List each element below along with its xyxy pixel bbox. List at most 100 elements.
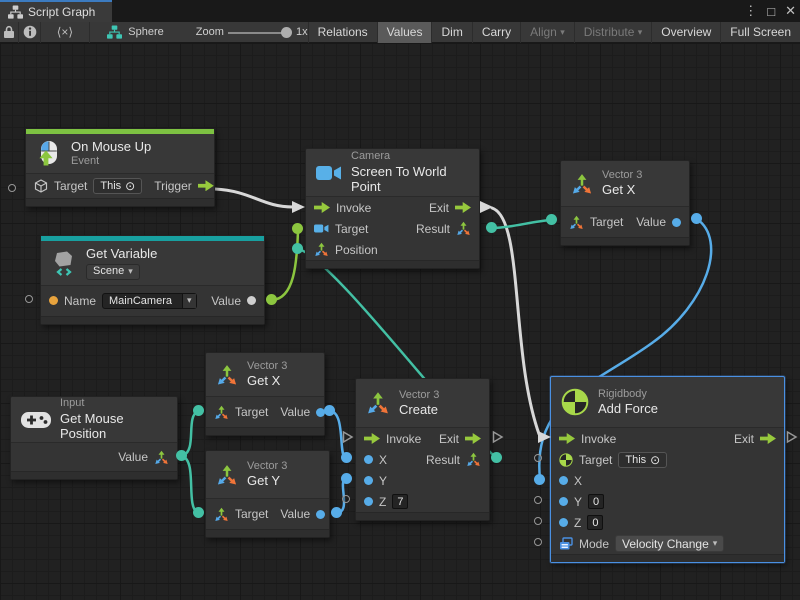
port-camera-target[interactable] <box>292 223 303 234</box>
variable-icon <box>51 250 77 276</box>
port-create-result[interactable] <box>491 452 502 463</box>
node-add-force[interactable]: Rigidbody Add Force Invoke Exit Target T… <box>550 376 785 563</box>
port-create-exit[interactable] <box>492 430 504 444</box>
port-on-mouse-up-target[interactable] <box>8 184 16 192</box>
flow-arrow-icon <box>760 433 776 444</box>
toolbar-separator <box>89 22 90 43</box>
tab-title: Script Graph <box>28 5 95 19</box>
wire-camera-exit-to-addforce-invoke[interactable] <box>492 208 539 434</box>
wire-variable-to-camera-target[interactable] <box>272 230 298 300</box>
variable-name-dropdown[interactable]: MainCamera ▾ <box>102 293 197 309</box>
values-button[interactable]: Values <box>377 22 432 43</box>
port-camera-position[interactable] <box>292 243 303 254</box>
port-create-x[interactable] <box>341 452 352 463</box>
vector3-icon <box>569 215 584 230</box>
port-add-force-z[interactable] <box>534 517 542 525</box>
dim-button[interactable]: Dim <box>431 22 471 43</box>
port-add-force-target[interactable] <box>534 454 542 462</box>
float-port-icon <box>672 218 681 227</box>
zoom-label: Zoom <box>196 22 224 43</box>
wire-mouse-to-gety-target[interactable] <box>182 456 198 513</box>
node-footer <box>356 512 489 520</box>
node-title: Get Variable <box>86 246 157 262</box>
port-label-exit: Exit <box>439 432 459 446</box>
lock-button[interactable] <box>0 22 18 43</box>
window-menu-icon[interactable]: ⋮ <box>744 3 757 19</box>
vector3-icon <box>456 221 471 236</box>
distribute-button[interactable]: Distribute ▾ <box>574 22 652 43</box>
graph-icon <box>8 5 23 19</box>
port-create-invoke[interactable] <box>342 430 354 444</box>
port-label-value: Value <box>118 450 148 464</box>
zoom-scale: 1x <box>296 22 308 43</box>
node-title: Screen To World Point <box>351 164 469 195</box>
node-on-mouse-up[interactable]: On Mouse Up Event Target This ⊙ Trigger <box>25 128 215 207</box>
variable-scope-dropdown[interactable]: Scene ▾ <box>86 264 140 280</box>
node-create-vector3[interactable]: Vector 3 Create Invoke Exit X Result <box>355 378 490 521</box>
node-get-x[interactable]: Vector 3 Get X Target Value <box>205 352 325 436</box>
carry-button[interactable]: Carry <box>472 22 520 43</box>
tab-script-graph[interactable]: Script Graph <box>0 0 112 22</box>
port-create-y[interactable] <box>341 473 352 484</box>
zoom-slider-track <box>228 32 288 34</box>
z-value-field[interactable]: 7 <box>392 494 408 509</box>
port-add-force-y[interactable] <box>534 496 542 504</box>
port-label-value: Value <box>636 215 666 229</box>
wire-mouse-to-getx-target[interactable] <box>182 411 198 456</box>
y-value-field[interactable]: 0 <box>588 494 604 509</box>
vector3-icon <box>571 173 593 195</box>
target-this-chip[interactable]: This ⊙ <box>93 178 142 194</box>
port-label-x: X <box>574 474 582 488</box>
port-add-force-x[interactable] <box>534 474 545 485</box>
node-get-variable[interactable]: Get Variable Scene ▾ Name MainCamera ▾ V… <box>40 235 265 325</box>
graph-toolbar: ⟨×⟩ Sphere Zoom 1x Relations Values Dim … <box>0 22 800 43</box>
relations-button[interactable]: Relations <box>308 22 377 43</box>
port-get-variable-value[interactable] <box>266 294 277 305</box>
full-screen-button[interactable]: Full Screen <box>720 22 800 43</box>
port-label-invoke: Invoke <box>581 432 616 446</box>
chevron-down-icon: ▾ <box>187 295 192 306</box>
chevron-down-icon: ▾ <box>713 538 718 549</box>
overview-button[interactable]: Overview <box>651 22 720 43</box>
port-get-x-value[interactable] <box>324 405 335 416</box>
expand-code-button[interactable]: ⟨×⟩ <box>41 22 88 43</box>
window-maximize-icon[interactable]: □ <box>767 4 775 19</box>
port-add-force-mode[interactable] <box>534 538 542 546</box>
node-get-mouse-position[interactable]: Input Get Mouse Position Value <box>10 396 178 480</box>
node-type: Vector 3 <box>399 389 439 402</box>
port-get-variable-name[interactable] <box>25 295 33 303</box>
z-value-field[interactable]: 0 <box>587 515 603 530</box>
string-port-icon <box>49 296 58 305</box>
wire-trigger-to-invoke[interactable] <box>215 189 293 207</box>
vector3-icon <box>214 405 229 420</box>
port-mouse-position-value[interactable] <box>176 450 187 461</box>
zoom-slider[interactable] <box>228 22 292 43</box>
node-screen-to-world-point[interactable]: Camera Screen To World Point Invoke Exit… <box>305 148 480 269</box>
node-title: Get Mouse Position <box>60 411 167 442</box>
zoom-slider-knob[interactable] <box>281 27 292 38</box>
breadcrumb[interactable]: Sphere <box>107 22 163 43</box>
node-title: Get X <box>602 182 642 198</box>
target-this-chip[interactable]: This ⊙ <box>618 452 667 468</box>
port-get-x-top-target[interactable] <box>546 214 557 225</box>
node-get-x-top[interactable]: Vector 3 Get X Target Value <box>560 160 690 246</box>
inspector-button[interactable] <box>19 22 40 43</box>
mode-dropdown[interactable]: Velocity Change ▾ <box>615 535 724 552</box>
port-label-x: X <box>379 453 387 467</box>
port-camera-result[interactable] <box>486 222 497 233</box>
port-add-force-exit[interactable] <box>786 430 798 444</box>
port-get-y-target[interactable] <box>193 507 204 518</box>
port-get-x-top-value[interactable] <box>691 213 702 224</box>
node-footer <box>26 198 214 206</box>
port-get-x-target[interactable] <box>193 405 204 416</box>
wire-camera-result-to-getx-target[interactable] <box>492 220 552 228</box>
tab-accent <box>0 0 112 2</box>
window-close-icon[interactable]: ✕ <box>785 3 796 19</box>
flow-arrow-icon <box>465 433 481 444</box>
align-button[interactable]: Align ▾ <box>520 22 574 43</box>
port-create-z[interactable] <box>342 495 350 503</box>
port-get-y-value[interactable] <box>331 507 342 518</box>
node-get-y[interactable]: Vector 3 Get Y Target Value <box>205 450 330 538</box>
tab-bar: Script Graph ⋮ □ ✕ <box>0 0 800 22</box>
node-title: On Mouse Up <box>71 139 151 155</box>
